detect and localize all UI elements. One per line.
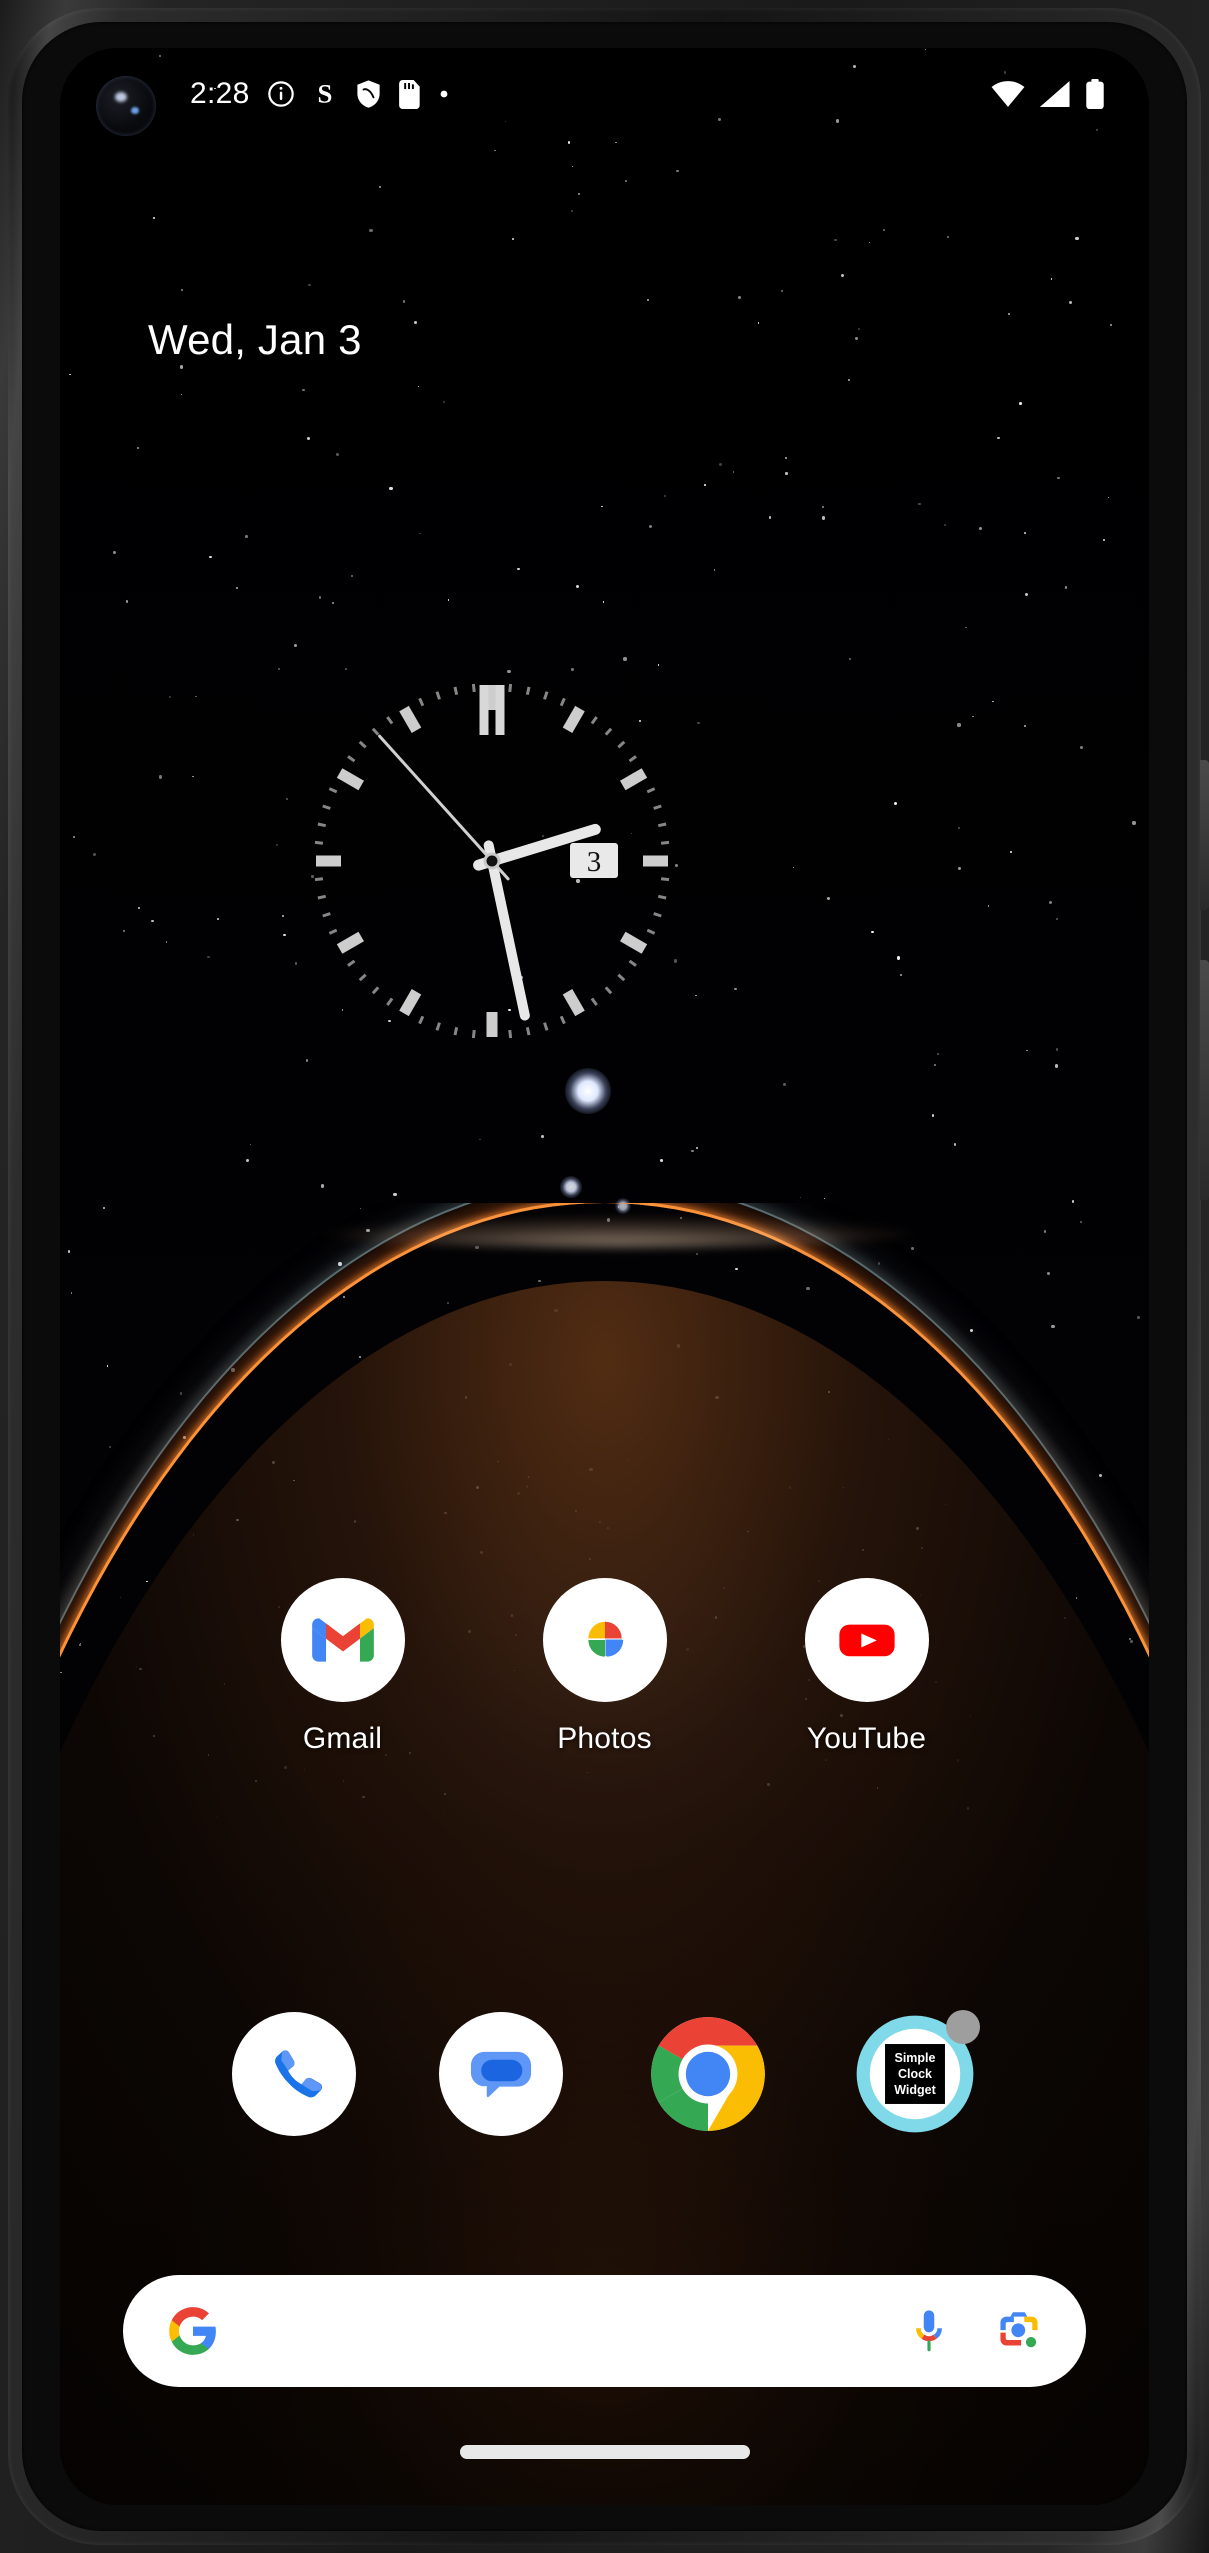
device-frame: 2:28 S Wed, Jan 3 3 Gmail Photos YouTube…: [0, 0, 1209, 2553]
microphone-icon[interactable]: [908, 2308, 950, 2354]
shield-icon: [355, 79, 382, 109]
wifi-icon: [991, 80, 1025, 108]
home-gesture-pill[interactable]: [459, 2445, 750, 2459]
gmail-icon[interactable]: [280, 1578, 405, 1702]
label-line-1: Simple: [894, 2051, 936, 2065]
google-lens-icon[interactable]: [996, 2308, 1042, 2354]
google-g-icon: [167, 2305, 219, 2357]
app-item-youtube[interactable]: YouTube: [782, 1578, 952, 1756]
clock-date-window: 3: [570, 843, 618, 878]
app-item-photos[interactable]: Photos: [520, 1578, 690, 1756]
analog-clock-widget[interactable]: 3: [292, 661, 692, 1061]
app-label: Gmail: [302, 1722, 383, 1755]
status-bar-clock: 2:28: [190, 77, 250, 110]
search-input[interactable]: [219, 2275, 908, 2387]
front-camera-punch-hole: [96, 76, 156, 136]
home-date-row[interactable]: Wed, Jan 3: [60, 316, 1149, 364]
chrome-icon[interactable]: [646, 2012, 770, 2136]
status-bar-right: [991, 79, 1105, 109]
google-photos-icon[interactable]: [542, 1578, 667, 1702]
dock-item-simple-clock-widget[interactable]: Simple Clock Widget: [853, 2010, 980, 2136]
phone-icon[interactable]: [232, 2012, 356, 2136]
google-search-bar[interactable]: [123, 2275, 1086, 2387]
status-bar: 2:28 S: [60, 48, 1149, 140]
cellular-signal-icon: [1039, 80, 1071, 108]
widget-badge-dot: [946, 2010, 980, 2044]
home-date-text: Wed, Jan 3: [148, 316, 362, 363]
dock-row: Simple Clock Widget: [60, 2010, 1149, 2136]
app-grid-row: Gmail Photos YouTube: [60, 1578, 1149, 1756]
dot-indicator-icon: [438, 88, 450, 100]
search-actions: [908, 2308, 1042, 2354]
dock-item-chrome[interactable]: [646, 2012, 770, 2136]
dock-item-phone[interactable]: [232, 2012, 356, 2136]
volume-button[interactable]: [1200, 960, 1209, 1200]
status-bar-left: 2:28 S: [104, 77, 991, 111]
label-line-2: Clock: [897, 2067, 933, 2081]
app-label: YouTube: [806, 1722, 927, 1755]
info-icon: [267, 80, 295, 108]
power-button[interactable]: [1200, 760, 1209, 910]
sd-card-icon: [398, 79, 421, 109]
svg-text:S: S: [317, 79, 332, 109]
dock-item-messages[interactable]: [439, 2012, 563, 2136]
label-line-3: Widget: [894, 2083, 936, 2097]
svg-text:3: 3: [587, 846, 602, 878]
phone-screen: 2:28 S Wed, Jan 3 3 Gmail Photos YouTube…: [60, 48, 1149, 2505]
horizon-bright-spot: [317, 1217, 921, 1248]
app-label: Photos: [557, 1722, 652, 1755]
messages-icon[interactable]: [439, 2012, 563, 2136]
simple-clock-widget-icon[interactable]: Simple Clock Widget: [853, 2010, 980, 2136]
analog-clock-face: 3: [314, 683, 670, 1039]
wallpaper: [60, 48, 1149, 2505]
battery-icon: [1085, 79, 1105, 109]
letter-s-icon: S: [312, 79, 338, 109]
app-item-gmail[interactable]: Gmail: [258, 1578, 428, 1756]
youtube-icon[interactable]: [804, 1578, 929, 1702]
